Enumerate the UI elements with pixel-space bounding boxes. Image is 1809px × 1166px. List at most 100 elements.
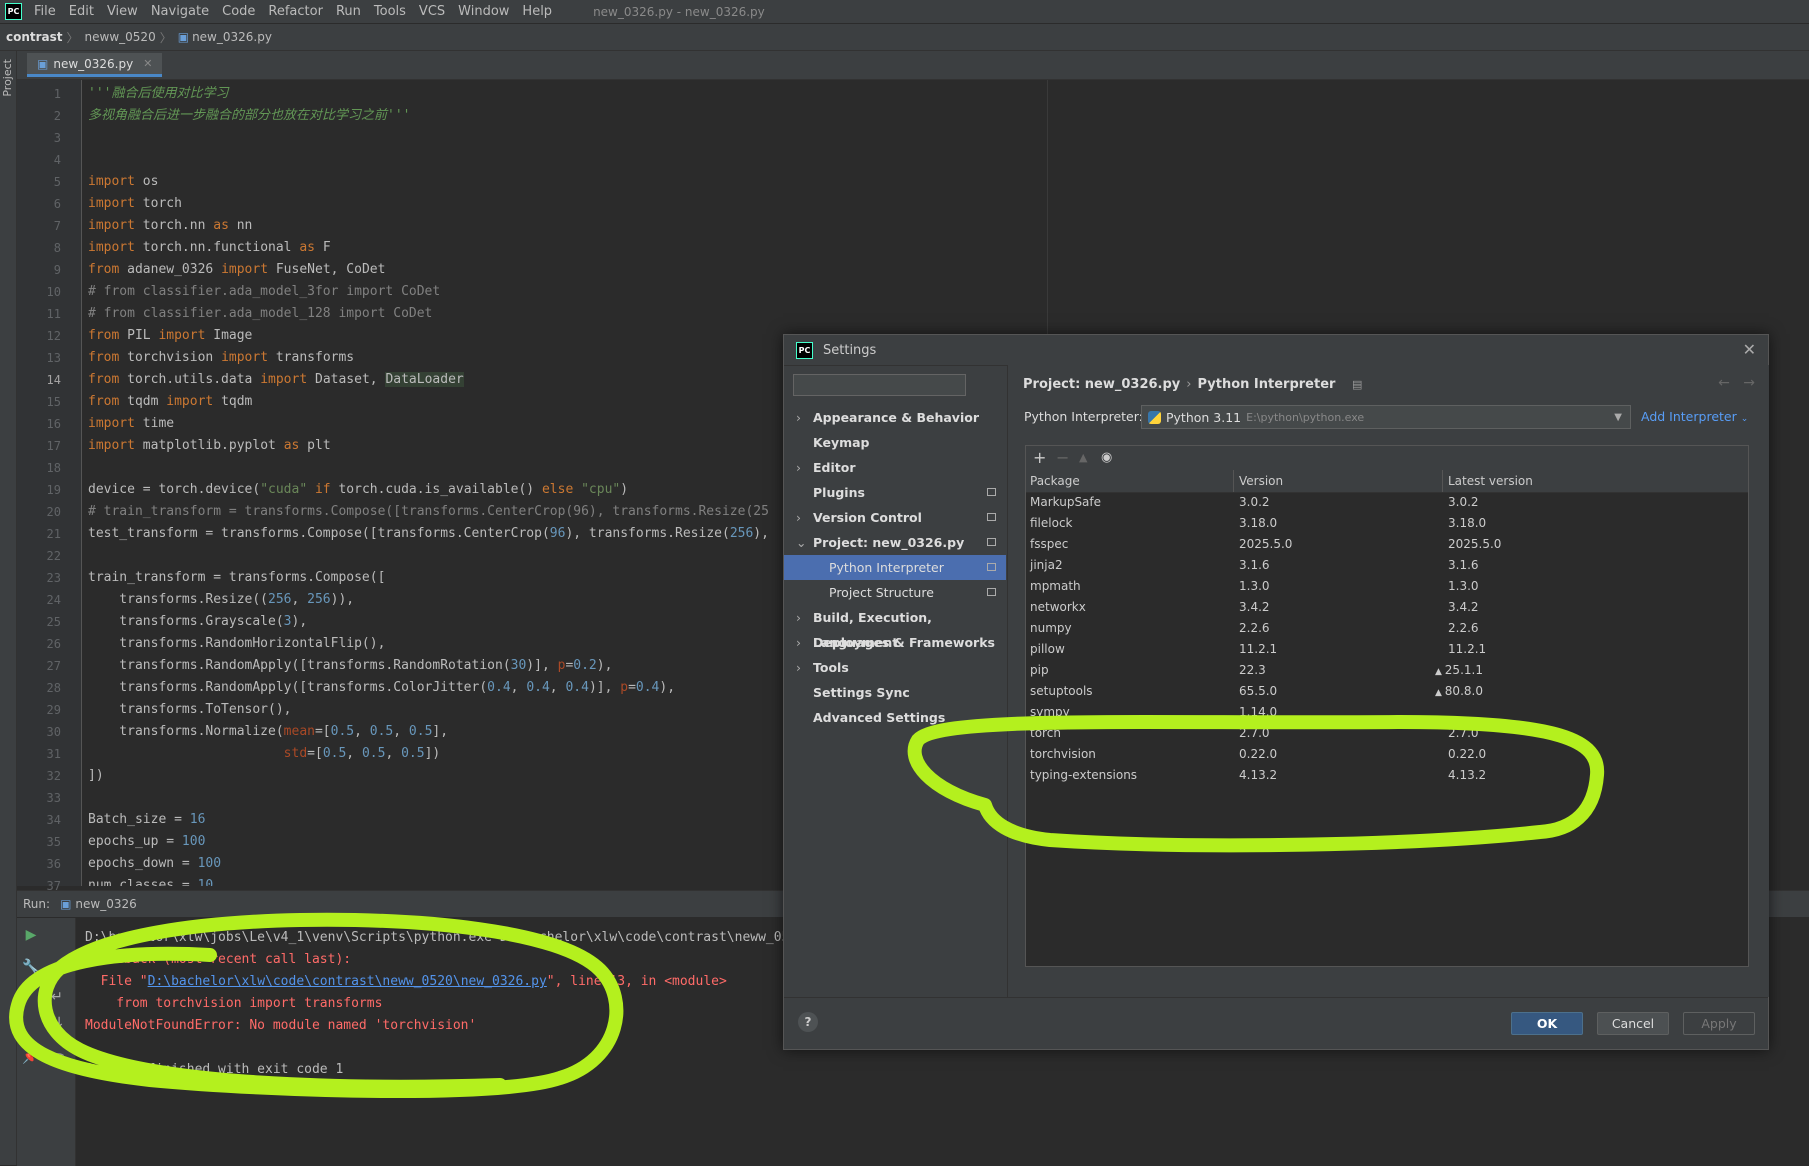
code-line[interactable]: # from classifier.ada_model_3for import … — [88, 281, 440, 303]
menu-vcs[interactable]: VCS — [419, 4, 445, 19]
package-row[interactable]: typing-extensions 4.13.2 4.13.2 — [1026, 766, 1748, 784]
ok-button[interactable]: OK — [1511, 1012, 1583, 1035]
code-line[interactable]: # train_transform = transforms.Compose([… — [88, 501, 769, 523]
package-row[interactable]: setuptools 65.5.0 ▲ 80.8.0 — [1026, 682, 1748, 700]
code-line[interactable]: import torch.nn.functional as F — [88, 237, 331, 259]
nav-item-python-interpreter[interactable]: Python Interpreter — [784, 555, 1006, 580]
code-line[interactable]: from PIL import Image — [88, 325, 252, 347]
code-line[interactable]: ]) — [88, 765, 104, 787]
nav-item-settings-sync[interactable]: Settings Sync — [784, 680, 1006, 705]
chevron-right-icon[interactable]: › — [796, 405, 801, 430]
code-line[interactable]: transforms.Grayscale(3), — [88, 611, 307, 633]
settings-search-input[interactable] — [793, 374, 966, 396]
package-row[interactable]: sympy 1.14.0 — [1026, 703, 1748, 721]
close-tab-icon[interactable]: ✕ — [143, 57, 152, 70]
back-arrow-icon[interactable]: ← — [1718, 375, 1730, 391]
project-tool-button[interactable]: Project — [1, 59, 14, 97]
nav-item-languages-frameworks[interactable]: › Languages & Frameworks — [784, 630, 1006, 655]
menu-view[interactable]: View — [107, 4, 138, 19]
chevron-down-icon[interactable]: ⌄ — [796, 530, 806, 555]
chevron-right-icon[interactable]: › — [796, 655, 801, 680]
column-package[interactable]: Package — [1030, 474, 1080, 488]
soft-wrap-icon[interactable]: ↵ — [47, 988, 67, 1006]
trash-icon[interactable]: 🗑 — [47, 1052, 67, 1070]
nav-item-plugins[interactable]: Plugins — [784, 480, 1006, 505]
cancel-button[interactable]: Cancel — [1597, 1012, 1669, 1035]
code-line[interactable]: std=[0.5, 0.5, 0.5]) — [88, 743, 441, 765]
code-line[interactable]: '''融合后使用对比学习 — [88, 83, 228, 105]
pin-icon[interactable]: 📌 — [21, 1048, 41, 1066]
upgrade-package-icon[interactable]: ▲ — [1079, 451, 1087, 464]
code-line[interactable]: from torchvision import transforms — [88, 347, 354, 369]
nav-item-tools[interactable]: › Tools — [784, 655, 1006, 680]
code-line[interactable]: transforms.RandomHorizontalFlip(), — [88, 633, 385, 655]
code-line[interactable]: import torch — [88, 193, 182, 215]
package-row[interactable]: mpmath 1.3.0 1.3.0 — [1026, 577, 1748, 595]
add-interpreter-link[interactable]: Add Interpreter ⌄ — [1641, 409, 1748, 424]
rerun-icon[interactable]: ▶ — [21, 926, 41, 944]
menu-tools[interactable]: Tools — [374, 4, 406, 19]
menu-help[interactable]: Help — [522, 4, 552, 19]
wrench-icon[interactable]: 🔧 — [21, 958, 41, 976]
code-line[interactable]: from adanew_0326 import FuseNet, CoDet — [88, 259, 385, 281]
code-line[interactable]: from tqdm import tqdm — [88, 391, 252, 413]
package-row[interactable]: torchvision 0.22.0 0.22.0 — [1026, 745, 1748, 763]
menu-edit[interactable]: Edit — [69, 4, 94, 19]
nav-item-build-execution-deployment[interactable]: › Build, Execution, Deployment — [784, 605, 1006, 650]
breadcrumb-file[interactable]: new_0326.py — [192, 30, 272, 44]
code-line[interactable]: train_transform = transforms.Compose([ — [88, 567, 385, 589]
nav-item-advanced-settings[interactable]: Advanced Settings — [784, 705, 1006, 730]
code-line[interactable]: from torch.utils.data import Dataset, Da… — [88, 369, 464, 391]
run-tab[interactable]: new_0326 — [75, 897, 136, 911]
code-line[interactable]: transforms.ToTensor(), — [88, 699, 291, 721]
menu-run[interactable]: Run — [336, 4, 361, 19]
code-line[interactable]: import torch.nn as nn — [88, 215, 252, 237]
code-line[interactable]: epochs_down = 100 — [88, 853, 221, 875]
package-row[interactable]: torch 2.7.0 2.7.0 — [1026, 724, 1748, 742]
menu-code[interactable]: Code — [222, 4, 255, 19]
chevron-right-icon[interactable]: › — [796, 605, 801, 630]
add-package-icon[interactable]: + — [1033, 448, 1046, 467]
nav-item-project-structure[interactable]: Project Structure — [784, 580, 1006, 605]
package-row[interactable]: jinja2 3.1.6 3.1.6 — [1026, 556, 1748, 574]
menu-refactor[interactable]: Refactor — [268, 4, 323, 19]
chevron-right-icon[interactable]: › — [796, 455, 801, 480]
code-line[interactable]: transforms.RandomApply([transforms.Rando… — [88, 655, 612, 677]
code-line[interactable]: transforms.Resize((256, 256)), — [88, 589, 354, 611]
code-line[interactable]: num_classes = 10 — [88, 875, 213, 886]
nav-item-version-control[interactable]: › Version Control — [784, 505, 1006, 530]
chevron-right-icon[interactable]: › — [796, 630, 801, 655]
chevron-right-icon[interactable]: › — [796, 505, 801, 530]
scroll-to-end-icon[interactable]: ⇊ — [47, 1014, 67, 1032]
code-line[interactable]: transforms.Normalize(mean=[0.5, 0.5, 0.5… — [88, 721, 448, 743]
breadcrumb-project[interactable]: contrast — [6, 30, 63, 44]
code-line[interactable]: transforms.RandomApply([transforms.Color… — [88, 677, 675, 699]
forward-arrow-icon[interactable]: → — [1743, 375, 1755, 391]
code-line[interactable]: 多视角融合后进一步融合的部分也放在对比学习之前''' — [88, 105, 410, 127]
package-row[interactable]: networkx 3.4.2 3.4.2 — [1026, 598, 1748, 616]
package-row[interactable]: pip 22.3 ▲ 25.1.1 — [1026, 661, 1748, 679]
package-row[interactable]: filelock 3.18.0 3.18.0 — [1026, 514, 1748, 532]
help-button[interactable]: ? — [798, 1012, 818, 1032]
menu-window[interactable]: Window — [458, 4, 509, 19]
menu-navigate[interactable]: Navigate — [151, 4, 209, 19]
remove-package-icon[interactable]: − — [1056, 448, 1069, 467]
code-line[interactable]: epochs_up = 100 — [88, 831, 205, 853]
apply-button[interactable]: Apply — [1683, 1012, 1755, 1035]
code-line[interactable]: test_transform = transforms.Compose([tra… — [88, 523, 769, 545]
file-link[interactable]: D:\bachelor\xlw\code\contrast\neww_0520\… — [148, 974, 547, 989]
package-row[interactable]: pillow 11.2.1 11.2.1 — [1026, 640, 1748, 658]
tab-new-0326[interactable]: ▣ new_0326.py ✕ — [27, 53, 163, 77]
code-line[interactable]: import os — [88, 171, 158, 193]
nav-item-project-new-0326-py[interactable]: ⌄ Project: new_0326.py — [784, 530, 1006, 555]
nav-item-editor[interactable]: › Editor — [784, 455, 1006, 480]
nav-item-keymap[interactable]: Keymap — [784, 430, 1006, 455]
code-line[interactable]: Batch_size = 16 — [88, 809, 205, 831]
eye-icon[interactable]: ◉ — [1101, 450, 1112, 465]
code-line[interactable]: import matplotlib.pyplot as plt — [88, 435, 331, 457]
code-line[interactable]: import time — [88, 413, 174, 435]
menu-file[interactable]: File — [34, 4, 56, 19]
code-line[interactable]: # from classifier.ada_model_128 import C… — [88, 303, 432, 325]
code-line[interactable]: device = torch.device("cuda" if torch.cu… — [88, 479, 628, 501]
interpreter-select[interactable]: Python 3.11 E:\python\python.exe ▼ — [1141, 405, 1631, 429]
